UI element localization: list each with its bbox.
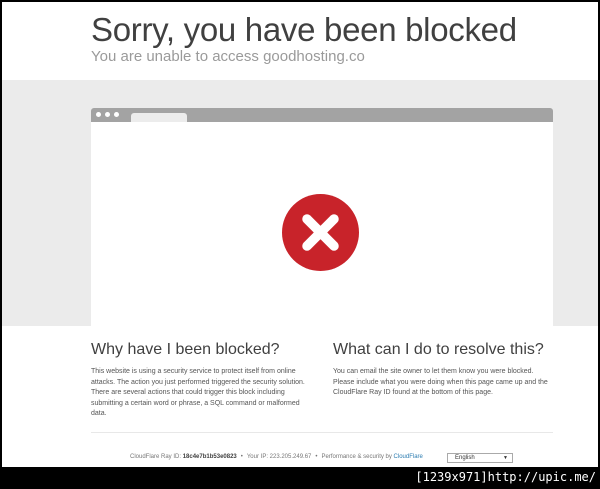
cloudflare-link[interactable]: CloudFlare xyxy=(394,454,423,460)
why-blocked-heading: Why have I been blocked? xyxy=(91,341,280,358)
chevron-down-icon: ▼ xyxy=(503,455,508,461)
footer: CloudFlare Ray ID: 18c4e7b1b53e0823 • Yo… xyxy=(130,454,423,460)
footer-separator: • xyxy=(315,454,318,460)
language-value: English xyxy=(455,455,475,461)
divider xyxy=(91,432,553,433)
page-subtitle: You are unable to access goodhosting.co xyxy=(91,48,365,65)
why-blocked-text: This website is using a security service… xyxy=(91,368,305,418)
browser-dot-icon xyxy=(96,112,101,117)
header: Sorry, you have been blocked You are una… xyxy=(2,2,598,80)
x-circle-icon xyxy=(282,194,359,271)
page-title: Sorry, you have been blocked xyxy=(91,11,517,48)
browser-tab xyxy=(131,113,187,122)
page: Sorry, you have been blocked You are una… xyxy=(2,2,598,467)
performance-label: Performance & security by xyxy=(321,454,392,460)
image-watermark: [1239x971]http://upic.me/ xyxy=(415,470,596,484)
ip-value: 223.205.249.67 xyxy=(269,454,312,460)
ray-id-value: 18c4e7b1b53e0823 xyxy=(182,454,237,460)
browser-illustration-bar xyxy=(91,108,553,122)
ip-label: Your IP: xyxy=(246,454,268,460)
resolve-text: You can email the site owner to let them… xyxy=(333,368,548,397)
browser-dot-icon xyxy=(114,112,119,117)
ray-id-label: CloudFlare Ray ID: xyxy=(130,454,182,460)
browser-dot-icon xyxy=(105,112,110,117)
resolve-heading: What can I do to resolve this? xyxy=(333,341,544,358)
footer-separator: • xyxy=(240,454,243,460)
browser-illustration-window xyxy=(91,122,553,326)
language-select[interactable]: English ▼ xyxy=(447,453,513,463)
